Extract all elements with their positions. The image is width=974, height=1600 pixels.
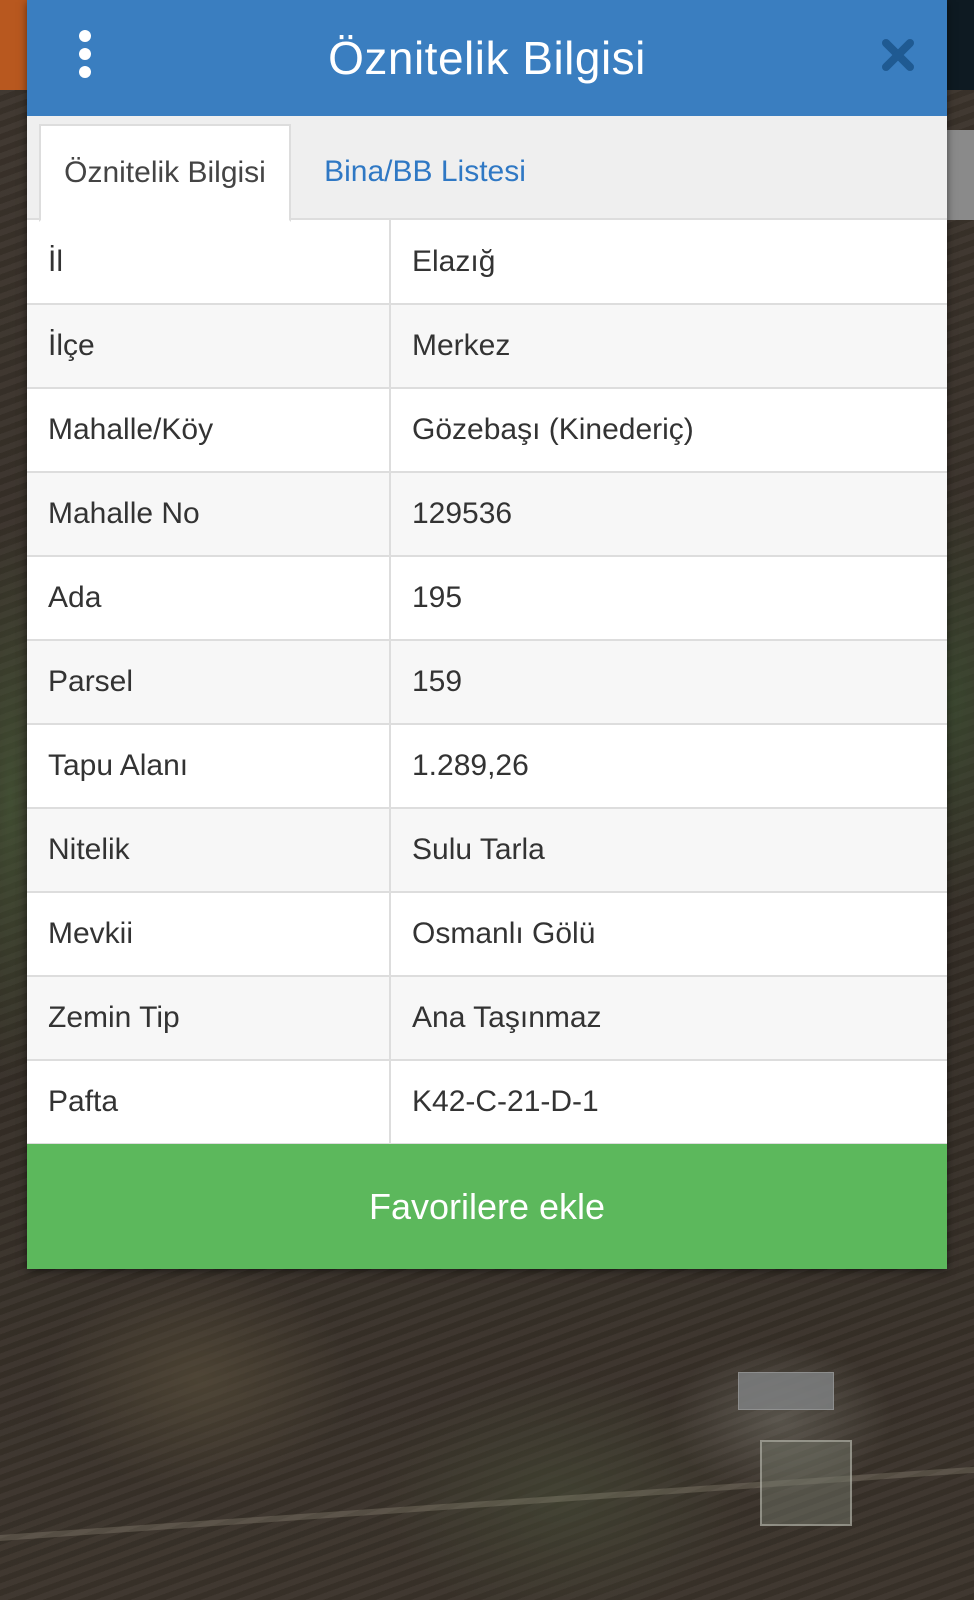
table-row: Mevkii Osmanlı Gölü [27,892,947,977]
attribute-table: İl Elazığ İlçe Merkez Mahalle/Köy Gözebaşı (K… [27,220,947,1145]
dialog-title: Öznitelik Bilgisi [328,32,646,84]
attribute-value: 195 [390,556,947,641]
table-row: Ada 195 [27,556,947,641]
attribute-key: Mahalle No [27,472,391,557]
table-row: Pafta K42-C-21-D-1 [27,1060,947,1145]
attribute-key: Pafta [27,1060,391,1145]
tab-attribute-info[interactable]: Öznitelik Bilgisi [39,124,291,222]
attribute-key: Ada [27,556,391,641]
close-icon[interactable] [881,38,915,72]
attribute-value: Gözebaşı (Kinederiç) [390,388,947,473]
table-row: Tapu Alanı 1.289,26 [27,724,947,809]
table-row: Parsel 159 [27,640,947,725]
attribute-key: İl [27,220,391,305]
attribute-value: Osmanlı Gölü [390,892,947,977]
attribute-value: 1.289,26 [390,724,947,809]
attribute-value: Merkez [390,304,947,389]
attribute-value: Ana Taşınmaz [390,976,947,1061]
attribute-key: Tapu Alanı [27,724,391,809]
attribute-value: K42-C-21-D-1 [390,1060,947,1145]
attribute-value: 129536 [390,472,947,557]
attribute-key: Zemin Tip [27,976,391,1061]
attribute-key: Parsel [27,640,391,725]
attribute-key: Mevkii [27,892,391,977]
attribute-value: Sulu Tarla [390,808,947,893]
table-row: Nitelik Sulu Tarla [27,808,947,893]
vertical-dots-icon[interactable] [71,30,99,78]
map-edge-right [946,0,974,90]
attribute-value: Elazığ [390,220,947,305]
table-row: Zemin Tip Ana Taşınmaz [27,976,947,1061]
map-edge-left [0,0,28,90]
attribute-key: İlçe [27,304,391,389]
attribute-value: 159 [390,640,947,725]
map-building [738,1372,834,1410]
attribute-key: Nitelik [27,808,391,893]
table-row: Mahalle No 129536 [27,472,947,557]
add-favorite-button[interactable]: Favorilere ekle [27,1144,947,1269]
table-row: İl Elazığ [27,220,947,305]
tab-building-list[interactable]: Bina/BB Listesi [313,124,537,220]
attribute-key: Mahalle/Köy [27,388,391,473]
attribute-dialog: Öznitelik Bilgisi Öznitelik Bilgisi Bina… [27,0,947,1269]
dialog-header: Öznitelik Bilgisi [27,0,947,116]
table-row: İlçe Merkez [27,304,947,389]
map-scrollbar[interactable] [946,130,974,220]
map-field [760,1440,852,1526]
table-row: Mahalle/Köy Gözebaşı (Kinederiç) [27,388,947,473]
tab-bar: Öznitelik Bilgisi Bina/BB Listesi [27,116,947,222]
